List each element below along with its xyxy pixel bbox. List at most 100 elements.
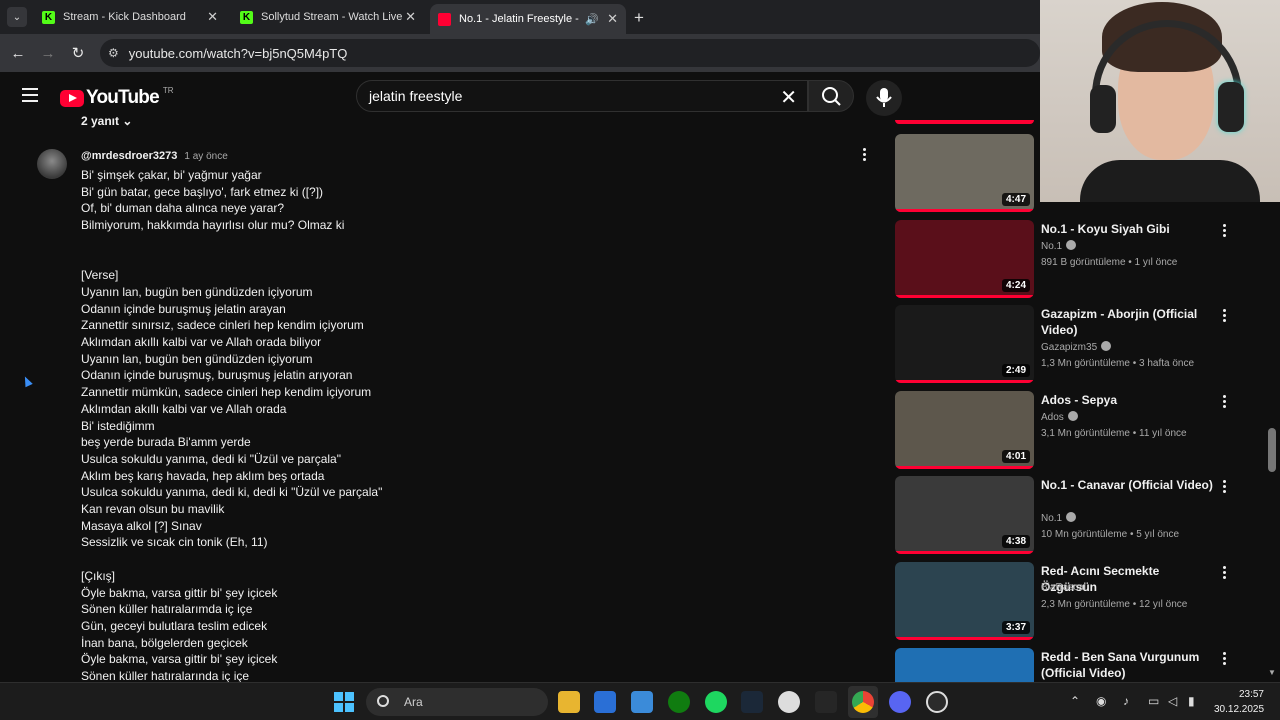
- reload-icon[interactable]: ↻: [63, 44, 93, 62]
- chrome-icon[interactable]: [852, 691, 874, 713]
- video-title[interactable]: No.1 - Canavar (Official Video): [1041, 477, 1213, 493]
- avatar[interactable]: [37, 149, 67, 179]
- search-icon: [822, 87, 841, 106]
- obs-icon[interactable]: [926, 691, 948, 713]
- volume-icon[interactable]: ◁: [1168, 694, 1182, 708]
- video-channel[interactable]: No.1: [1041, 512, 1077, 524]
- taskbar-search-icon: [377, 695, 389, 707]
- video-thumbnail[interactable]: [895, 648, 1034, 682]
- site-info-icon[interactable]: ⚙: [108, 46, 119, 60]
- comment-line: Kan revan olsun bu mavilik: [81, 502, 225, 516]
- video-thumbnail[interactable]: 4:47: [895, 134, 1034, 212]
- video-channel[interactable]: BiaRascal: [1041, 582, 1086, 593]
- comment-line: Gün, geceyi bulutlara teslim edicek: [81, 618, 268, 633]
- store-icon[interactable]: [631, 691, 653, 713]
- webcam-overlay: [1040, 0, 1280, 202]
- video-thumbnail[interactable]: 4:01: [895, 391, 1034, 469]
- scroll-down-arrow-icon[interactable]: ▼: [1268, 668, 1276, 677]
- mail-icon[interactable]: [594, 691, 616, 713]
- app-ghost-icon[interactable]: [778, 691, 800, 713]
- steam-icon[interactable]: [741, 691, 763, 713]
- comment-line: Aklımdan akıllı kalbi var ve Allah orada: [81, 401, 287, 416]
- forward-arrow-icon[interactable]: →: [33, 45, 63, 62]
- file-explorer-icon[interactable]: [558, 691, 580, 713]
- tab-youtube-jelatin[interactable]: No.1 - Jelatin Freestyle - Yo 🔊 ✕: [430, 4, 626, 34]
- video-duration: 4:24: [1001, 279, 1030, 292]
- video-title[interactable]: Redd - Ben Sana Vurgunum (Official Video…: [1041, 649, 1213, 681]
- video-thumbnail[interactable]: 3:37: [895, 562, 1034, 640]
- page-scrollbar[interactable]: [1268, 428, 1276, 472]
- taskbar-search-input[interactable]: Ara: [366, 688, 548, 716]
- video-duration: 3:37: [1001, 621, 1030, 634]
- app-arrow-icon[interactable]: [815, 691, 837, 713]
- comment-line: Aklımdan akıllı kalbi var ve Allah orada…: [81, 335, 322, 349]
- channel-name: No.1: [1041, 241, 1063, 252]
- clear-search-icon[interactable]: ✕: [780, 85, 797, 110]
- replies-toggle[interactable]: 2 yanıt ⌄: [81, 114, 132, 128]
- taskbar-search-placeholder: Ara: [404, 695, 423, 709]
- video-more-icon[interactable]: [1220, 309, 1228, 324]
- comment-time[interactable]: 1 ay önce: [184, 151, 227, 162]
- taskbar-clock[interactable]: 23:57 30.12.2025: [1214, 687, 1264, 717]
- comment-more-icon[interactable]: [860, 148, 868, 163]
- video-more-icon[interactable]: [1220, 566, 1228, 581]
- microphone-tray-icon[interactable]: ♪: [1123, 694, 1137, 708]
- video-more-icon[interactable]: [1220, 224, 1228, 239]
- verified-check-icon: [1101, 341, 1112, 351]
- youtube-logo[interactable]: YouTube TR: [60, 86, 174, 109]
- tab-sollytud-stream[interactable]: K Sollytud Stream - Watch Live o ✕: [232, 4, 424, 30]
- comment-line: Uyanın lan, bugün ben gündüzden içiyorum: [81, 284, 313, 299]
- tab-kick-dashboard[interactable]: K Stream - Kick Dashboard ✕: [34, 4, 226, 30]
- video-more-icon[interactable]: [1220, 395, 1228, 410]
- network-icon[interactable]: ▭: [1148, 694, 1162, 708]
- url-field[interactable]: ⚙ youtube.com/watch?v=bj5nQ5M4pTQ: [100, 39, 1040, 67]
- comment-line: Öyle bakma, varsa gittir bi' şey içicek: [81, 652, 278, 667]
- video-meta: 1,3 Mn görüntüleme • 3 hafta önce: [1041, 358, 1195, 369]
- comment-author[interactable]: @mrdesdroer3273: [81, 150, 177, 162]
- speaker-icon[interactable]: 🔊: [585, 13, 599, 26]
- watched-progress-bar: [895, 295, 1034, 298]
- comment-line: İnan bana, bölgelerden geçicek: [81, 635, 248, 650]
- video-thumbnail[interactable]: 4:24: [895, 220, 1034, 298]
- spotify-icon[interactable]: [705, 691, 727, 713]
- chevron-down-icon: ⌄: [122, 114, 133, 128]
- battery-icon[interactable]: ▮: [1188, 694, 1202, 708]
- tab-search-dropdown[interactable]: ⌄: [7, 7, 27, 27]
- xbox-icon[interactable]: [668, 691, 690, 713]
- menu-hamburger-icon[interactable]: [22, 88, 38, 102]
- discord-icon[interactable]: [889, 691, 911, 713]
- close-tab-icon[interactable]: ✕: [207, 9, 218, 25]
- close-tab-icon[interactable]: ✕: [607, 11, 618, 27]
- verified-check-icon: [1067, 411, 1078, 421]
- comments-section: 2 yanıt ⌄ @mrdesdroer3273 1 ay önce Bi' …: [0, 110, 890, 682]
- comment-line: Öyle bakma, varsa gittir bi' şey içicek: [81, 585, 278, 600]
- video-channel[interactable]: No.1: [1041, 240, 1077, 252]
- video-meta: 891 B görüntüleme • 1 yıl önce: [1041, 257, 1178, 268]
- clock-date: 30.12.2025: [1214, 704, 1265, 715]
- video-thumbnail[interactable]: 4:38: [895, 476, 1034, 554]
- video-more-icon[interactable]: [1220, 480, 1228, 495]
- video-channel[interactable]: Gazapizm35: [1041, 341, 1112, 353]
- new-tab-plus-icon[interactable]: +: [634, 8, 644, 28]
- video-title[interactable]: Ados - Sepya: [1041, 392, 1213, 408]
- video-title[interactable]: No.1 - Koyu Siyah Gibi: [1041, 221, 1213, 237]
- video-title[interactable]: Gazapizm - Aborjin (Official Video): [1041, 306, 1213, 338]
- search-input[interactable]: jelatin freestyle ✕: [356, 80, 808, 112]
- search-button[interactable]: [808, 80, 854, 112]
- tab-title: Stream - Kick Dashboard: [63, 11, 186, 23]
- video-channel[interactable]: Ados: [1041, 411, 1078, 423]
- back-arrow-icon[interactable]: ←: [3, 45, 33, 62]
- verified-check-icon: [1066, 512, 1077, 522]
- video-duration: 4:38: [1001, 535, 1030, 548]
- tab-title: No.1 - Jelatin Freestyle - Yo: [459, 13, 582, 25]
- discord-tray-icon[interactable]: ◉: [1096, 694, 1110, 708]
- comment-line: Odanın içinde buruşmuş jelatin arayan: [81, 301, 286, 316]
- tray-overflow-chevron-icon[interactable]: ⌃: [1070, 694, 1084, 708]
- comment-line: Zannettir sınırsız, sadece cinleri hep k…: [81, 318, 364, 333]
- windows-start-icon[interactable]: [333, 691, 355, 713]
- comment-line: Masaya alkol [?] Sınav: [81, 518, 202, 533]
- video-thumbnail[interactable]: 2:49: [895, 305, 1034, 383]
- video-more-icon[interactable]: [1220, 652, 1228, 667]
- close-tab-icon[interactable]: ✕: [405, 9, 416, 25]
- channel-name: BiaRascal: [1041, 582, 1087, 593]
